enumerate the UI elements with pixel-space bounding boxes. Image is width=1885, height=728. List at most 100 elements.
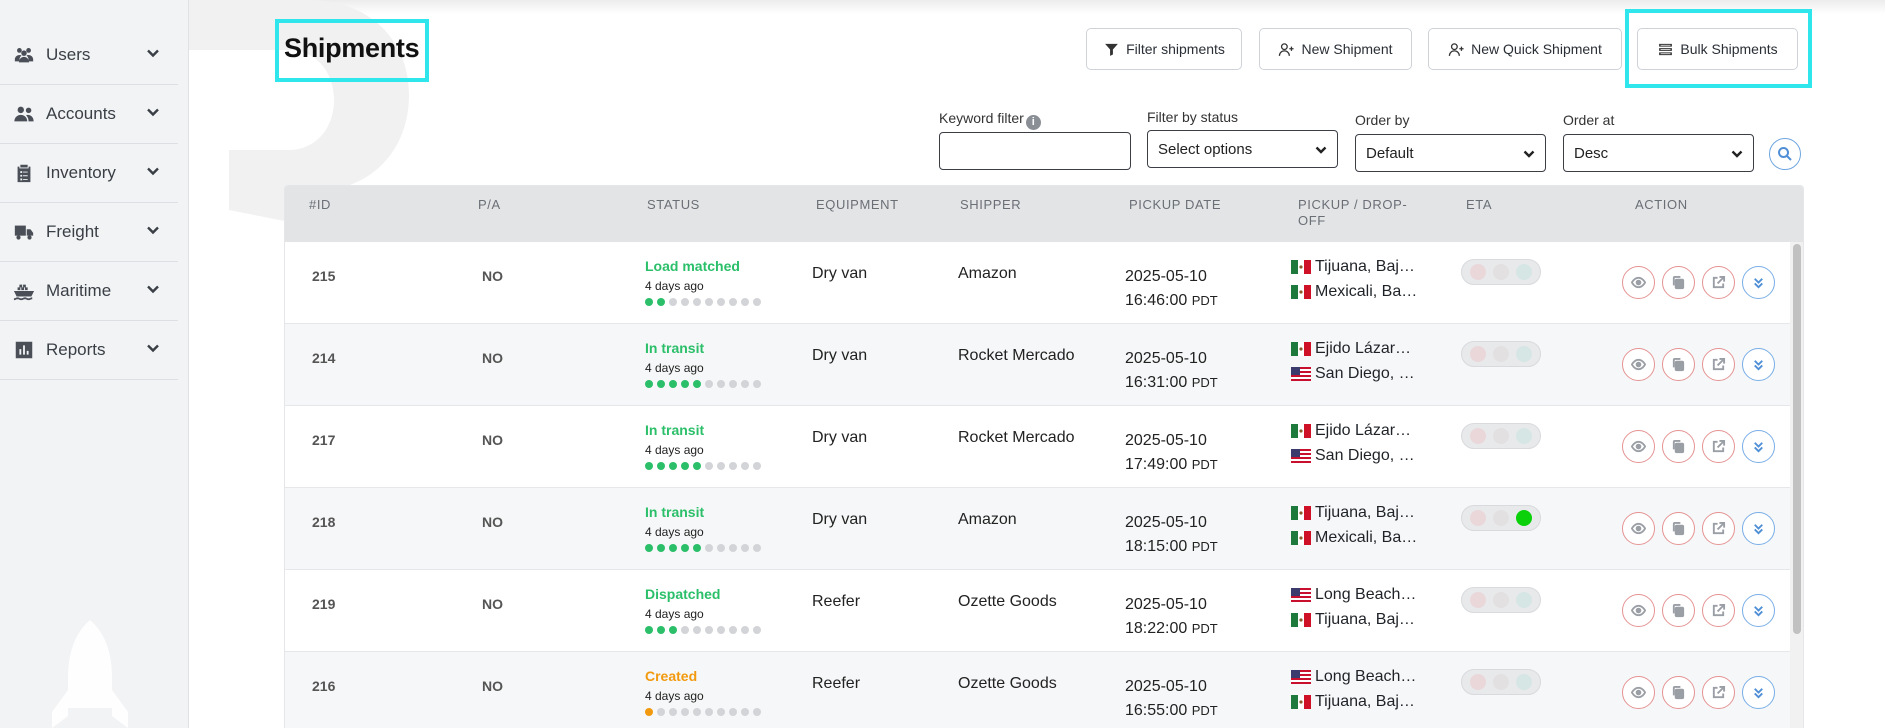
column-header-pa[interactable]: P/A: [478, 197, 501, 213]
status-progress: [645, 544, 761, 552]
order-at-select[interactable]: Desc: [1563, 134, 1754, 172]
expand-row-button[interactable]: [1742, 266, 1775, 299]
chevron-down-icon: [146, 46, 164, 64]
order-at-value: Desc: [1574, 144, 1609, 162]
copy-button[interactable]: [1662, 512, 1695, 545]
keyword-filter-input[interactable]: [939, 132, 1131, 170]
table-row[interactable]: 216 NO Created 4 days ago Reefer Ozette Goods…: [285, 652, 1790, 728]
view-button[interactable]: [1622, 348, 1655, 381]
shipment-id[interactable]: 216: [312, 678, 335, 694]
filter-icon: [1105, 43, 1118, 56]
page-title: Shipments: [284, 33, 420, 63]
sidebar-item-inventory[interactable]: Inventory: [0, 144, 178, 203]
shipment-id[interactable]: 218: [312, 514, 335, 530]
progress-dot: [753, 626, 761, 634]
copy-button[interactable]: [1662, 348, 1695, 381]
open-external-button[interactable]: [1702, 594, 1735, 627]
status-badge: Dispatched: [645, 586, 721, 602]
view-button[interactable]: [1622, 512, 1655, 545]
copy-button[interactable]: [1662, 594, 1695, 627]
progress-dot: [705, 298, 713, 306]
expand-row-button[interactable]: [1742, 594, 1775, 627]
shipment-id[interactable]: 215: [312, 268, 335, 284]
open-external-button[interactable]: [1702, 676, 1735, 709]
mexico-flag-icon: [1291, 531, 1311, 545]
copy-button[interactable]: [1662, 266, 1695, 299]
eta-light: [1469, 592, 1486, 608]
table-row[interactable]: 217 NO In transit 4 days ago Dry van Rocket M…: [285, 406, 1790, 488]
column-header-equipment[interactable]: EQUIPMENT: [816, 197, 899, 213]
order-by-select[interactable]: Default: [1355, 134, 1546, 172]
users-icon: [12, 43, 36, 67]
usa-flag-icon: [1291, 670, 1311, 684]
dropoff-location: Tijuana, Baja California: [1291, 611, 1419, 629]
sidebar-item-label: Maritime: [46, 281, 112, 300]
sidebar-item-accounts[interactable]: Accounts: [0, 85, 178, 144]
shipper-value: Rocket Mercado: [958, 429, 1075, 446]
view-button[interactable]: [1622, 594, 1655, 627]
dropoff-location-text: Mexicali, Baja California: [1315, 529, 1419, 546]
new-quick-shipment-button[interactable]: New Quick Shipment: [1428, 28, 1622, 70]
mexico-flag-icon: [1291, 695, 1311, 709]
chevron-down-icon: [1315, 146, 1327, 154]
table-row[interactable]: 218 NO In transit 4 days ago Dry van Amazon 20…: [285, 488, 1790, 570]
pickup-time: 16:46:00: [1125, 292, 1188, 309]
progress-dot: [729, 380, 737, 388]
dropoff-location-text: Mexicali, Baja California: [1315, 283, 1419, 300]
keyword-filter-text: Keyword filter: [939, 110, 1024, 126]
shipment-id[interactable]: 217: [312, 432, 335, 448]
expand-row-button[interactable]: [1742, 348, 1775, 381]
column-header-id[interactable]: #ID: [309, 197, 331, 213]
scrollbar-thumb[interactable]: [1793, 244, 1801, 634]
table-scrollbar[interactable]: [1790, 242, 1803, 728]
eta-light: [1492, 592, 1509, 608]
equipment-value: Dry van: [812, 347, 868, 364]
table-row[interactable]: 219 NO Dispatched 4 days ago Reefer Ozette Go…: [285, 570, 1790, 652]
column-header-pickup-date[interactable]: PICKUP DATE: [1129, 197, 1221, 213]
table-row[interactable]: 214 NO In transit 4 days ago Dry van Rocket M…: [285, 324, 1790, 406]
expand-row-button[interactable]: [1742, 430, 1775, 463]
open-external-button[interactable]: [1702, 512, 1735, 545]
view-button[interactable]: [1622, 266, 1655, 299]
pickup-date-time: 16:31:00 PDT: [1125, 371, 1218, 395]
sidebar-item-freight[interactable]: Freight: [0, 203, 178, 262]
column-header-shipper[interactable]: SHIPPER: [960, 197, 1021, 213]
pickup-date-day: 2025-05-10: [1125, 350, 1207, 367]
column-header-status[interactable]: STATUS: [647, 197, 700, 213]
open-external-button[interactable]: [1702, 430, 1735, 463]
expand-row-button[interactable]: [1742, 512, 1775, 545]
view-button[interactable]: [1622, 676, 1655, 709]
progress-dot: [729, 298, 737, 306]
info-icon[interactable]: i: [1025, 115, 1041, 130]
column-header-eta[interactable]: ETA: [1466, 197, 1492, 213]
dropoff-location-text: Tijuana, Baja California: [1315, 611, 1419, 628]
copy-button[interactable]: [1662, 430, 1695, 463]
open-external-button[interactable]: [1702, 348, 1735, 381]
shipment-id[interactable]: 219: [312, 596, 335, 612]
bulk-shipments-button[interactable]: Bulk Shipments: [1637, 28, 1798, 70]
open-external-button[interactable]: [1702, 266, 1735, 299]
pickup-date-day: 2025-05-10: [1125, 268, 1207, 285]
expand-row-button[interactable]: [1742, 676, 1775, 709]
external-link-icon: [1712, 439, 1726, 453]
shipment-id[interactable]: 214: [312, 350, 335, 366]
status-filter-select[interactable]: Select options: [1147, 130, 1338, 168]
add-user-icon: [1448, 42, 1464, 56]
sidebar-item-maritime[interactable]: Maritime: [0, 262, 178, 321]
copy-button[interactable]: [1662, 676, 1695, 709]
sidebar-item-reports[interactable]: Reports: [0, 321, 178, 380]
pa-value: NO: [482, 596, 503, 612]
filter-shipments-button[interactable]: Filter shipments: [1086, 28, 1242, 70]
sidebar-item-users[interactable]: Users: [0, 26, 178, 85]
equipment-value: Dry van: [812, 265, 868, 282]
progress-dot: [669, 380, 677, 388]
view-button[interactable]: [1622, 430, 1655, 463]
usa-flag-icon: [1291, 449, 1311, 463]
pickup-location-text: Long Beach, California: [1315, 668, 1419, 685]
new-shipment-button[interactable]: New Shipment: [1259, 28, 1412, 70]
progress-dot: [681, 462, 689, 470]
column-header-pickup-dropoff[interactable]: PICKUP / DROP-OFF: [1298, 197, 1418, 229]
pa-value: NO: [482, 678, 503, 694]
table-row[interactable]: 215 NO Load matched 4 days ago Dry van Amazon…: [285, 242, 1790, 324]
search-button[interactable]: [1769, 138, 1801, 170]
